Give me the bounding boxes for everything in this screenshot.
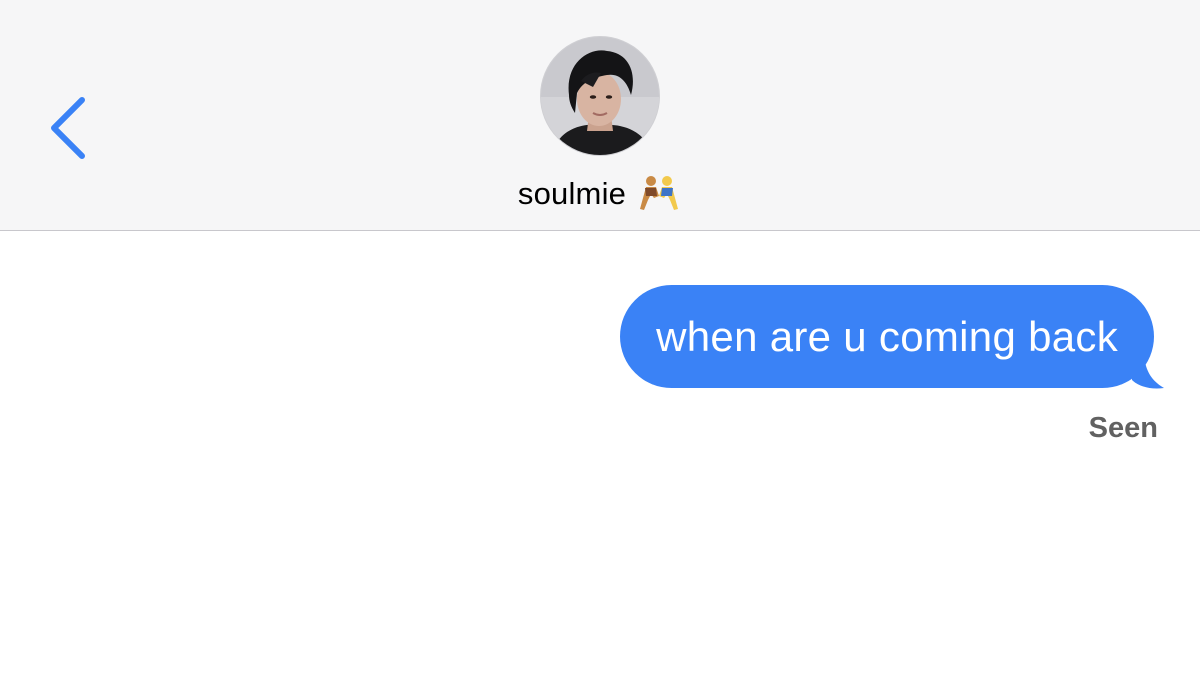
people-wrestling-emoji-icon <box>636 174 682 214</box>
message-bubble-outgoing[interactable]: when are u coming back <box>620 285 1154 388</box>
read-receipt-status: Seen <box>1088 412 1158 444</box>
avatar-photo <box>541 37 659 155</box>
bubble-tail <box>1132 350 1166 390</box>
contact-title[interactable]: soulmie <box>0 172 1200 216</box>
chevron-left-icon <box>51 97 85 159</box>
contact-name: soulmie <box>517 176 627 211</box>
avatar[interactable] <box>541 37 659 155</box>
message-text: when are u coming back <box>656 312 1118 360</box>
back-button[interactable] <box>40 88 100 168</box>
conversation-header: soulmie <box>0 0 1200 231</box>
